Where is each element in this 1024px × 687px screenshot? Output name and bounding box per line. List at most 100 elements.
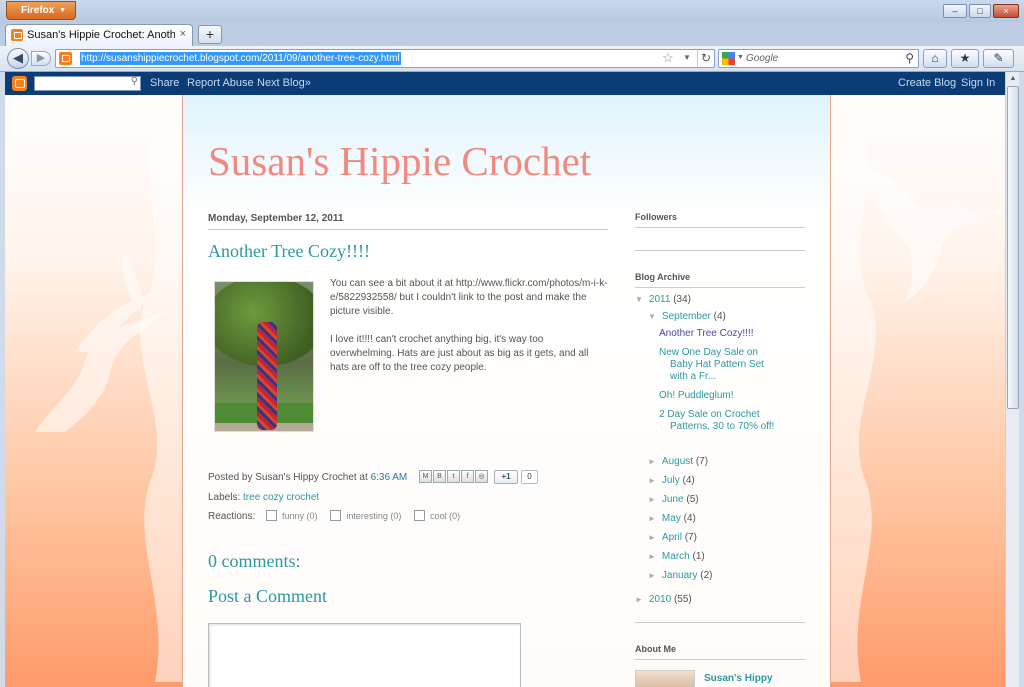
archive-post-link[interactable]: Another Tree Cozy!!!! (659, 328, 779, 340)
archive-month-link[interactable]: April (662, 532, 682, 543)
search-bar[interactable]: ▼ Google ⚲ (718, 49, 919, 68)
maximize-button[interactable]: □ (969, 4, 991, 18)
about-me-heading: About Me (635, 644, 805, 660)
chevron-down-icon: ▼ (59, 7, 66, 14)
scrollbar-thumb[interactable] (1007, 86, 1019, 409)
url-history-dropdown-icon[interactable]: ▼ (683, 53, 691, 62)
next-blog-link[interactable]: Next Blog» (257, 77, 311, 89)
collapsed-triangle-icon[interactable]: ► (648, 457, 656, 466)
tab-title: Susan's Hippie Crochet: Another Tree C..… (27, 29, 175, 41)
reaction-checkbox[interactable] (330, 510, 342, 521)
archive-year-2010[interactable]: ► 2010 (55) (635, 594, 692, 605)
archive-post-link[interactable]: Oh! Puddleglum! (659, 390, 779, 402)
forward-button[interactable]: ▶ (31, 51, 51, 66)
buzz-share-icon[interactable]: ◎ (475, 470, 488, 483)
tree-cozy-photo[interactable] (214, 281, 314, 432)
archive-count: (2) (700, 570, 713, 581)
close-window-button[interactable]: × (993, 4, 1019, 18)
scroll-up-icon[interactable]: ▲ (1007, 73, 1019, 85)
expanded-triangle-icon[interactable]: ▼ (648, 312, 656, 321)
bookmarks-button[interactable]: ★ (951, 49, 979, 68)
search-engine-dropdown-icon[interactable]: ▼ (737, 54, 744, 61)
archive-month-march[interactable]: ► March (1) (648, 551, 705, 562)
post-time-link[interactable]: 6:36 AM (371, 472, 408, 483)
label-link[interactable]: tree cozy crochet (243, 492, 319, 503)
report-abuse-link[interactable]: Report Abuse (187, 77, 254, 89)
twitter-share-icon[interactable]: t (447, 470, 460, 483)
archive-month-link[interactable]: January (662, 570, 698, 581)
puzzle-icon: ✎ (993, 51, 1004, 65)
window-border (1019, 72, 1024, 687)
vertical-scrollbar[interactable]: ▲ (1005, 72, 1019, 687)
collapsed-triangle-icon[interactable]: ► (648, 533, 656, 542)
labels-line: Labels: tree cozy crochet (208, 492, 319, 503)
address-bar[interactable]: http://susanshippiecrochet.blogspot.com/… (55, 49, 715, 68)
blog-search-input[interactable]: ⚲ (34, 76, 141, 91)
archive-month-link[interactable]: March (662, 551, 690, 562)
create-blog-link[interactable]: Create Blog (898, 77, 956, 89)
profile-photo[interactable] (635, 670, 695, 687)
foliage-left-decoration-icon (140, 122, 185, 682)
post-date-header: Monday, September 12, 2011 (208, 213, 608, 230)
share-link[interactable]: Share (150, 77, 179, 89)
blogger-logo-icon[interactable] (12, 76, 27, 91)
reaction-interesting[interactable]: interesting (0) (330, 510, 401, 521)
archive-month-link[interactable]: July (662, 475, 680, 486)
search-icon[interactable]: ⚲ (131, 76, 138, 87)
archive-year-link[interactable]: 2011 (649, 294, 671, 305)
blog-content-area: Susan's Hippie Crochet Monday, September… (182, 95, 831, 687)
facebook-share-icon[interactable]: f (461, 470, 474, 483)
google-plusone-button[interactable]: +1 (494, 470, 518, 484)
collapsed-triangle-icon[interactable]: ► (648, 571, 656, 580)
collapsed-triangle-icon[interactable]: ► (648, 495, 656, 504)
reload-icon[interactable]: ↻ (697, 50, 714, 67)
comment-form[interactable] (208, 623, 521, 687)
email-share-icon[interactable]: M (419, 470, 432, 483)
blogthis-share-icon[interactable]: B (433, 470, 446, 483)
addons-button[interactable]: ✎ (983, 49, 1014, 68)
archive-month-link[interactable]: June (662, 494, 684, 505)
expanded-triangle-icon[interactable]: ▼ (635, 295, 643, 304)
sign-in-link[interactable]: Sign In (961, 77, 995, 89)
search-icon[interactable]: ⚲ (905, 51, 914, 65)
archive-month-august[interactable]: ► August (7) (648, 456, 708, 467)
browser-tab-active[interactable]: Susan's Hippie Crochet: Another Tree C..… (5, 24, 193, 46)
blog-title[interactable]: Susan's Hippie Crochet (208, 137, 591, 185)
home-button[interactable]: ⌂ (923, 49, 947, 68)
archive-month-link[interactable]: September (662, 311, 711, 322)
collapsed-triangle-icon[interactable]: ► (648, 476, 656, 485)
bookmark-star-icon[interactable]: ☆ (662, 50, 674, 66)
post-title[interactable]: Another Tree Cozy!!!! (208, 241, 370, 262)
archive-month-july[interactable]: ► July (4) (648, 475, 695, 486)
reaction-checkbox[interactable] (266, 510, 278, 521)
url-text[interactable]: http://susanshippiecrochet.blogspot.com/… (80, 52, 401, 65)
collapsed-triangle-icon[interactable]: ► (648, 514, 656, 523)
google-engine-icon[interactable] (722, 52, 735, 65)
profile-name-link[interactable]: Susan's Hippy (704, 673, 773, 684)
archive-month-june[interactable]: ► June (5) (648, 494, 699, 505)
archive-post-link[interactable]: 2 Day Sale on Crochet Patterns, 30 to 70… (659, 409, 779, 433)
archive-count: (4) (683, 513, 696, 524)
reaction-funny[interactable]: funny (0) (266, 510, 318, 521)
minimize-button[interactable]: – (943, 4, 967, 18)
back-button[interactable]: ◀ (7, 48, 29, 69)
firefox-menu-button[interactable]: Firefox ▼ (6, 1, 76, 20)
tab-close-icon[interactable]: × (180, 28, 186, 40)
archive-year-link[interactable]: 2010 (649, 594, 671, 605)
new-tab-button[interactable]: + (198, 25, 222, 44)
archive-month-may[interactable]: ► May (4) (648, 513, 696, 524)
foliage-right-decoration-icon (831, 122, 876, 682)
archive-month-september[interactable]: ▼ September (4) (648, 311, 726, 322)
plusone-count: 0 (521, 470, 538, 484)
forward-arrow-icon: ▶ (36, 52, 46, 64)
reaction-checkbox[interactable] (414, 510, 426, 521)
archive-month-link[interactable]: May (662, 513, 681, 524)
archive-month-april[interactable]: ► April (7) (648, 532, 697, 543)
reaction-cool[interactable]: cool (0) (414, 510, 460, 521)
collapsed-triangle-icon[interactable]: ► (648, 552, 656, 561)
archive-month-link[interactable]: August (662, 456, 693, 467)
archive-year-2011[interactable]: ▼ 2011 (34) (635, 294, 691, 305)
archive-month-january[interactable]: ► January (2) (648, 570, 713, 581)
collapsed-triangle-icon[interactable]: ► (635, 595, 643, 604)
archive-post-link[interactable]: New One Day Sale on Baby Hat Pattern Set… (659, 347, 779, 383)
